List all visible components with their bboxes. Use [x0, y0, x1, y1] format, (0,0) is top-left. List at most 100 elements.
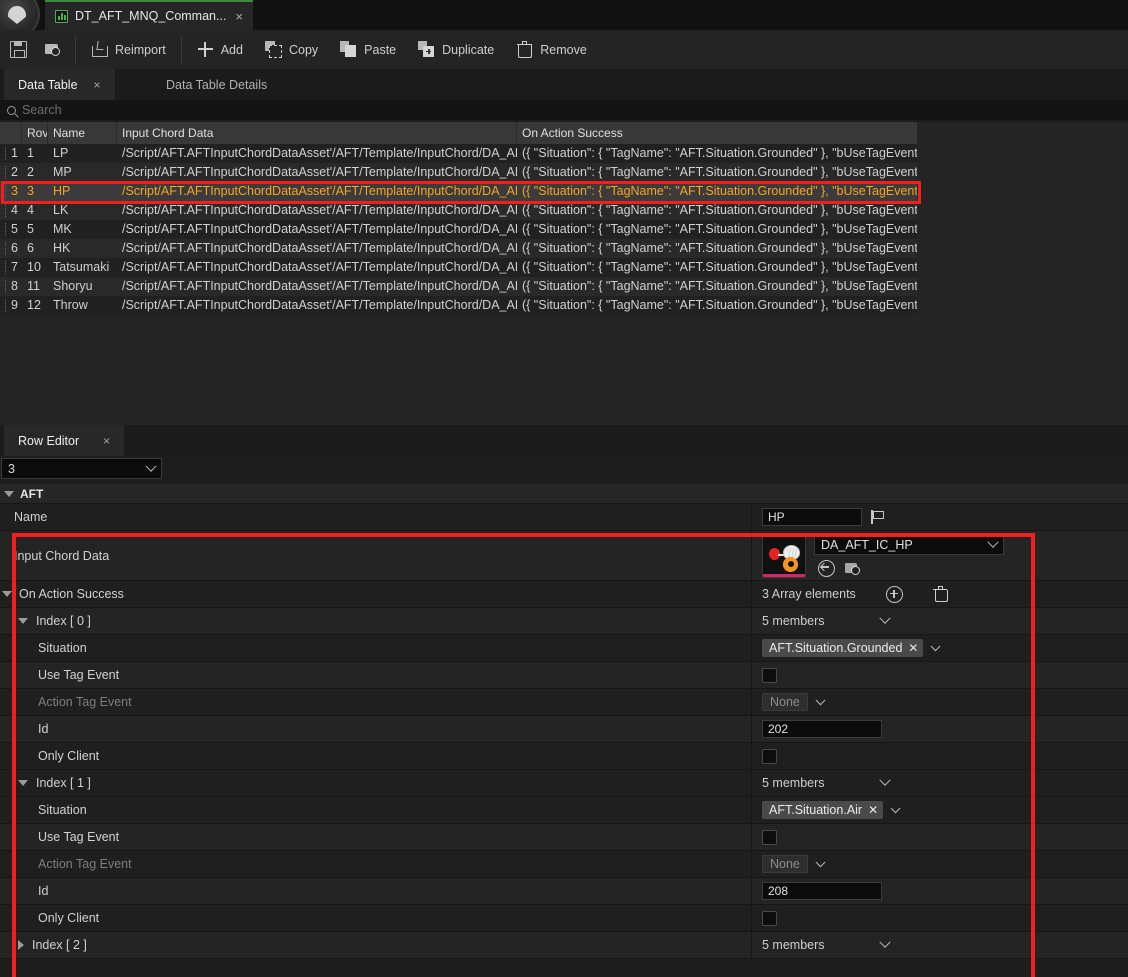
cell-on-action-success: ({ "Situation": { "TagName": "AFT.Situat…	[522, 203, 917, 217]
chevron-down-icon[interactable]	[2, 591, 12, 597]
row-drag-handle[interactable]: 5	[0, 220, 22, 239]
row-drag-handle[interactable]: 8	[0, 277, 22, 296]
toolbar-divider-2	[180, 35, 182, 64]
reimport-button[interactable]: Reimport	[80, 35, 177, 65]
chevron-down-icon[interactable]	[18, 780, 28, 786]
table-row[interactable]: 2 2 MP/Script/AFT.AFTInputChordDataAsset'/…	[0, 163, 917, 182]
chevron-down-icon[interactable]	[18, 618, 28, 624]
gear-icon	[783, 556, 798, 572]
array-index-header[interactable]: Index [ 1 ] 5 members	[0, 770, 1128, 797]
cell-on-action-success: ({ "Situation": { "TagName": "AFT.Situat…	[522, 298, 917, 312]
duplicate-button[interactable]: Duplicate	[407, 35, 505, 65]
name-field[interactable]	[762, 508, 862, 526]
browse-content-button[interactable]	[36, 35, 71, 65]
checkbox[interactable]	[762, 667, 777, 683]
flag-icon[interactable]	[871, 510, 884, 524]
browse-to-asset-icon[interactable]	[845, 561, 861, 576]
table-row[interactable]: 4 4 LK/Script/AFT.AFTInputChordDataAsset'/…	[0, 201, 917, 220]
close-icon[interactable]: ×	[103, 434, 110, 448]
property-row-situation: Situation AFT.Situation.Grounded ✕	[0, 635, 1128, 662]
gameplay-tag-pill[interactable]: AFT.Situation.Grounded ✕	[762, 639, 924, 657]
use-selected-asset-icon[interactable]	[818, 559, 835, 577]
id-field[interactable]	[762, 720, 882, 738]
members-dropdown[interactable]: 5 members	[762, 774, 891, 790]
clear-array-icon[interactable]	[933, 586, 948, 602]
row-selector-dropdown[interactable]: 3	[1, 458, 162, 479]
chevron-down-icon[interactable]	[815, 694, 826, 705]
column-header-name[interactable]: Name	[48, 122, 117, 144]
cell-name: Tatsumaki	[53, 260, 110, 274]
add-button[interactable]: Add	[186, 35, 254, 65]
property-label-situation: Situation	[0, 797, 752, 823]
document-tab-title: DT_AFT_MNQ_Comman...	[75, 9, 227, 23]
tab-row-editor[interactable]: Row Editor ×	[4, 425, 125, 456]
row-drag-handle[interactable]: 1	[0, 144, 22, 163]
property-row-id: Id	[0, 716, 1128, 743]
table-row[interactable]: 6 6 HK/Script/AFT.AFTInputChordDataAsset'/…	[0, 239, 917, 258]
table-row[interactable]: 5 5 MK/Script/AFT.AFTInputChordDataAsset'/…	[0, 220, 917, 239]
row-drag-handle[interactable]: 9	[0, 296, 22, 315]
members-dropdown[interactable]: 5 members	[762, 612, 891, 628]
chevron-down-icon	[145, 460, 157, 472]
copy-button[interactable]: Copy	[254, 35, 329, 65]
close-icon[interactable]: ×	[233, 10, 245, 23]
document-tab-data-table[interactable]: DT_AFT_MNQ_Comman... ×	[45, 0, 254, 30]
asset-type-color-bar	[763, 573, 805, 577]
checkbox[interactable]	[762, 910, 777, 926]
array-index-header[interactable]: Index [ 2 ] 5 members	[0, 932, 1128, 959]
row-drag-handle[interactable]: 3	[0, 182, 22, 201]
reimport-label: Reimport	[115, 42, 166, 57]
checkbox[interactable]	[762, 748, 777, 764]
tag-none-value[interactable]: None	[762, 855, 808, 873]
column-header-row-number[interactable]: Rov	[22, 122, 48, 144]
column-header-on-action-success[interactable]: On Action Success	[517, 122, 917, 144]
paste-button[interactable]: Paste	[329, 35, 407, 65]
property-label-on-action-success: On Action Success	[19, 587, 124, 601]
column-header-input-chord-data[interactable]: Input Chord Data	[117, 122, 517, 144]
cell-name: Throw	[53, 298, 88, 312]
row-drag-handle[interactable]: 4	[0, 201, 22, 220]
cell-row-number: 5	[27, 222, 34, 236]
column-header-drag[interactable]	[0, 122, 22, 144]
search-input[interactable]	[22, 103, 422, 117]
close-icon[interactable]: ×	[94, 78, 101, 92]
clear-tag-icon[interactable]: ✕	[908, 641, 918, 655]
asset-thumbnail[interactable]	[762, 533, 806, 578]
gameplay-tag-value: AFT.Situation.Grounded	[769, 641, 903, 655]
gameplay-tag-pill[interactable]: AFT.Situation.Air ✕	[762, 801, 884, 819]
row-drag-handle[interactable]: 7	[0, 258, 22, 277]
clear-tag-icon[interactable]: ✕	[868, 803, 878, 817]
tab-data-table[interactable]: Data Table ×	[4, 69, 115, 100]
checkbox[interactable]	[762, 829, 777, 845]
chevron-down-icon[interactable]	[931, 640, 941, 651]
property-label-on-action-success-wrap: On Action Success	[0, 581, 752, 607]
cell-name: HP	[53, 184, 71, 198]
tag-none-value[interactable]: None	[762, 693, 808, 711]
gameplay-tag-value: AFT.Situation.Air	[769, 803, 863, 817]
id-field[interactable]	[762, 882, 882, 900]
array-index-header[interactable]: Index [ 0 ] 5 members	[0, 608, 1128, 635]
table-row[interactable]: 7 10 Tatsumaki/Script/AFT.AFTInputChordDat…	[0, 258, 917, 277]
cell-on-action-success: ({ "Situation": { "TagName": "AFT.Situat…	[522, 184, 917, 198]
table-row[interactable]: 1 1 LP/Script/AFT.AFTInputChordDataAsset'/…	[0, 144, 917, 163]
category-header-aft[interactable]: AFT	[0, 484, 1128, 504]
members-dropdown[interactable]: 5 members	[762, 936, 891, 952]
row-drag-handle[interactable]: 6	[0, 239, 22, 258]
add-array-element-icon[interactable]	[885, 585, 903, 603]
cell-sequence-number: 3	[11, 184, 18, 198]
remove-button[interactable]: Remove	[505, 35, 598, 65]
table-row[interactable]: 9 12 Throw/Script/AFT.AFTInputChordDataAss…	[0, 296, 917, 315]
cell-row-number: 6	[27, 241, 34, 255]
tab-data-table-details[interactable]: Data Table Details	[152, 69, 281, 100]
array-index-blocks: Index [ 0 ] 5 members Situation AFT.Situati…	[0, 608, 1128, 959]
chevron-down-icon[interactable]	[890, 802, 901, 813]
chevron-down-icon[interactable]	[815, 856, 826, 867]
save-button[interactable]	[0, 35, 36, 65]
row-drag-handle[interactable]: 2	[0, 163, 22, 182]
title-bar: DT_AFT_MNQ_Comman... ×	[0, 0, 1128, 38]
tab-data-table-label: Data Table	[18, 77, 78, 92]
chevron-right-icon[interactable]	[18, 940, 24, 950]
table-row[interactable]: 8 11 Shoryu/Script/AFT.AFTInputChordDataAs…	[0, 277, 917, 296]
table-row[interactable]: 3 3 HP/Script/AFT.AFTInputChordDataAsset'/…	[0, 182, 917, 201]
input-chord-asset-dropdown[interactable]: DA_AFT_IC_HP	[814, 534, 1004, 555]
